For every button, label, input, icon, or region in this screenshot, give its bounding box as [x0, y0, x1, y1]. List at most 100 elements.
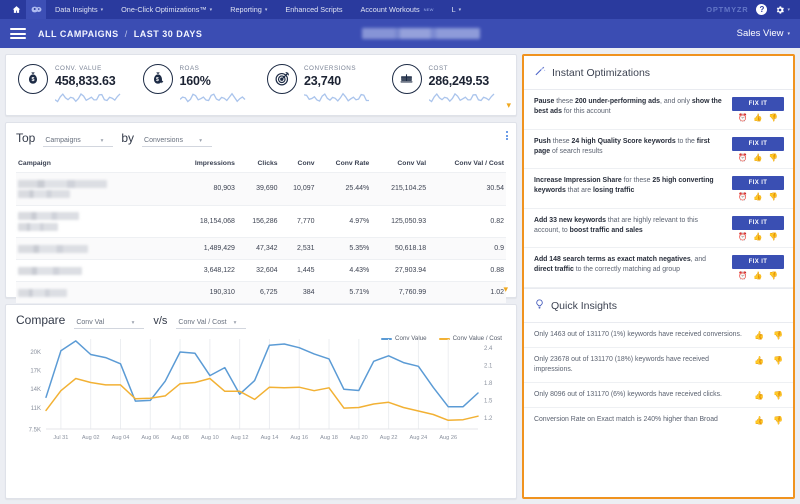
by-label: by [121, 131, 135, 145]
table-row[interactable]: 80,903 39,690 10,097 25.44% 215,104.25 30.54 [16, 172, 506, 205]
new-badge: NEW [423, 7, 434, 12]
thumbs-up-icon[interactable]: 👍 [753, 153, 762, 162]
cell-clicks: 6,725 [260, 289, 278, 296]
help-icon[interactable]: ? [756, 4, 768, 15]
view-selector-dropdown[interactable]: Sales View ▾ [737, 28, 790, 39]
svg-text:17K: 17K [30, 369, 41, 375]
snooze-alarm-icon[interactable]: ⏰ [738, 232, 747, 241]
compare-metric-a-select[interactable]: Conv Val ▾ [74, 318, 145, 329]
thumbs-up-icon[interactable]: 👍 [753, 193, 762, 201]
top-entities-card: Top Campaigns ▾ by Conversions ▾ Campaig… [5, 122, 517, 303]
fix-it-button[interactable]: FIX IT [732, 255, 784, 269]
thumbs-down-icon[interactable]: 👎 [773, 331, 783, 340]
nav-item-data-insights[interactable]: Data Insights ▾ [46, 0, 112, 19]
hamburger-menu-icon[interactable] [10, 28, 26, 39]
thumbs-up-icon[interactable]: 👍 [753, 272, 762, 280]
cell-clicks: 47,342 [256, 245, 278, 252]
fix-it-button[interactable]: FIX IT [732, 136, 784, 151]
nav-item-enhanced-scripts[interactable]: Enhanced Scripts [276, 0, 351, 19]
thumbs-up-icon[interactable]: 👍 [754, 416, 764, 425]
table-row[interactable]: 18,154,068 156,286 7,770 4.97% 125,050.93 0.8… [16, 205, 506, 238]
home-icon[interactable] [6, 0, 26, 19]
column-header[interactable]: Conv Val / Cost [428, 157, 506, 173]
top-navigation-bar: Data Insights ▾ One-Click Optimizations™ ▾ R… [0, 0, 800, 19]
compare-metric-b-select[interactable]: Conv Val / Cost ▾ [176, 318, 247, 329]
breadcrumb-date-range[interactable]: LAST 30 DAYS [134, 29, 203, 39]
column-header[interactable]: Conv Rate [317, 157, 372, 173]
svg-text:$: $ [155, 77, 158, 83]
thumbs-down-icon[interactable]: 👎 [769, 114, 778, 122]
column-header[interactable]: Campaign [16, 157, 173, 173]
thumbs-up-icon[interactable]: 👍 [753, 232, 762, 241]
nav-item-reporting[interactable]: Reporting ▾ [221, 0, 276, 19]
cell-conv-rate: 4.97% [349, 217, 370, 225]
optimization-item: Increase Impression Share for these 25 h… [524, 169, 793, 209]
svg-text:Aug 26: Aug 26 [439, 435, 457, 441]
thumbs-down-icon[interactable]: 👎 [769, 193, 778, 201]
insight-item: Only 1463 out of 131170 (1%) keywords ha… [524, 323, 793, 348]
snooze-alarm-icon[interactable]: ⏰ [738, 114, 747, 122]
fix-it-button[interactable]: FIX IT [732, 176, 784, 190]
cell-impressions: 3,648,122 [203, 267, 235, 274]
kpi-sparkline [303, 89, 372, 110]
column-header[interactable]: Conv Val [371, 157, 428, 173]
fix-it-button[interactable]: FIX IT [732, 97, 784, 111]
dimension-select[interactable]: Campaigns ▾ [43, 136, 114, 147]
thumbs-down-icon[interactable]: 👎 [773, 391, 783, 400]
snooze-alarm-icon[interactable]: ⏰ [738, 193, 747, 201]
snooze-alarm-icon[interactable]: ⏰ [738, 153, 747, 162]
fix-it-button[interactable]: FIX IT [732, 215, 784, 230]
column-header[interactable]: Impressions [173, 157, 237, 173]
column-header[interactable]: Conv [280, 157, 317, 173]
cell-conv-rate: 5.35% [349, 245, 370, 252]
cell-conv-val: 7,760.99 [398, 289, 427, 296]
campaign-name-redacted [16, 238, 173, 260]
thumbs-down-icon[interactable]: 👎 [773, 356, 783, 365]
thumbs-down-icon[interactable]: 👎 [769, 153, 778, 162]
thumbs-up-icon[interactable]: 👍 [754, 331, 764, 340]
compare-chart-card: Compare Conv Val ▾ v/s Conv Val / Cost ▾… [5, 304, 517, 499]
thumbs-down-icon[interactable]: 👎 [773, 416, 783, 425]
campaign-name-redacted [16, 260, 173, 282]
dimension-select-value: Campaigns [45, 137, 81, 144]
magic-wand-icon [534, 64, 546, 82]
nav-item-one-click-optimizations[interactable]: One-Click Optimizations™ ▾ [112, 0, 221, 19]
chevron-down-icon[interactable]: ▾ [506, 100, 511, 111]
thumbs-down-icon[interactable]: 👎 [769, 272, 778, 280]
optimization-item: Pause these 200 under-performing ads, an… [524, 90, 793, 130]
column-header[interactable]: Clicks [237, 157, 280, 173]
money-bag-icon: $ [18, 63, 48, 94]
optimization-actions: FIX IT ⏰ 👍 👎 [731, 215, 785, 241]
snooze-alarm-icon[interactable]: ⏰ [738, 272, 747, 280]
svg-text:20K: 20K [30, 350, 41, 356]
kebab-menu-icon[interactable] [506, 131, 508, 140]
optmyzr-logo-icon[interactable] [26, 0, 46, 19]
svg-text:Aug 16: Aug 16 [290, 435, 308, 441]
nav-item-l[interactable]: L ▾ [443, 0, 471, 19]
insight-item: Only 8096 out of 131170 (6%) keywords ha… [524, 383, 793, 408]
svg-text:Aug 02: Aug 02 [82, 435, 100, 441]
insight-item: Conversion Rate on Exact match is 240% h… [524, 408, 793, 432]
gear-icon[interactable]: ▾ [775, 5, 790, 15]
reaction-group: ⏰ 👍 👎 [738, 272, 778, 280]
nav-item-account-workouts[interactable]: Account Workouts NEW [352, 0, 443, 19]
optimization-item: Add 148 search terms as exact match nega… [524, 248, 793, 288]
metric-select[interactable]: Conversions ▾ [142, 136, 213, 147]
cell-conv: 2,531 [297, 245, 315, 252]
table-row[interactable]: 3,648,122 32,604 1,445 4.43% 27,903.94 0.88 [16, 259, 506, 282]
kpi-label: CONVERSIONS [304, 64, 357, 72]
line-chart: 7.5K 11K 14K 17K 20K 1.2 1.5 1.8 2.1 2.4 Jul 31 Aug… [29, 339, 493, 441]
chevron-down-icon[interactable]: ▾ [503, 284, 508, 295]
table-row[interactable]: 1,489,429 47,342 2,531 5.35% 50,618.18 0.9 [16, 237, 506, 260]
table-row[interactable]: 190,310 6,725 384 5.71% 7,760.99 1.02 [16, 281, 506, 303]
nav-item-label: Reporting [230, 5, 262, 14]
thumbs-down-icon[interactable]: 👎 [769, 232, 778, 241]
breadcrumb-all-campaigns[interactable]: ALL CAMPAIGNS [38, 29, 119, 39]
kpi-sparkline [54, 89, 123, 110]
nav-item-label: One-Click Optimizations™ [121, 5, 207, 14]
svg-text:Aug 08: Aug 08 [171, 435, 189, 441]
thumbs-up-icon[interactable]: 👍 [754, 356, 764, 365]
thumbs-up-icon[interactable]: 👍 [754, 391, 764, 400]
thumbs-up-icon[interactable]: 👍 [753, 114, 762, 122]
nav-item-label: Data Insights [55, 5, 98, 14]
